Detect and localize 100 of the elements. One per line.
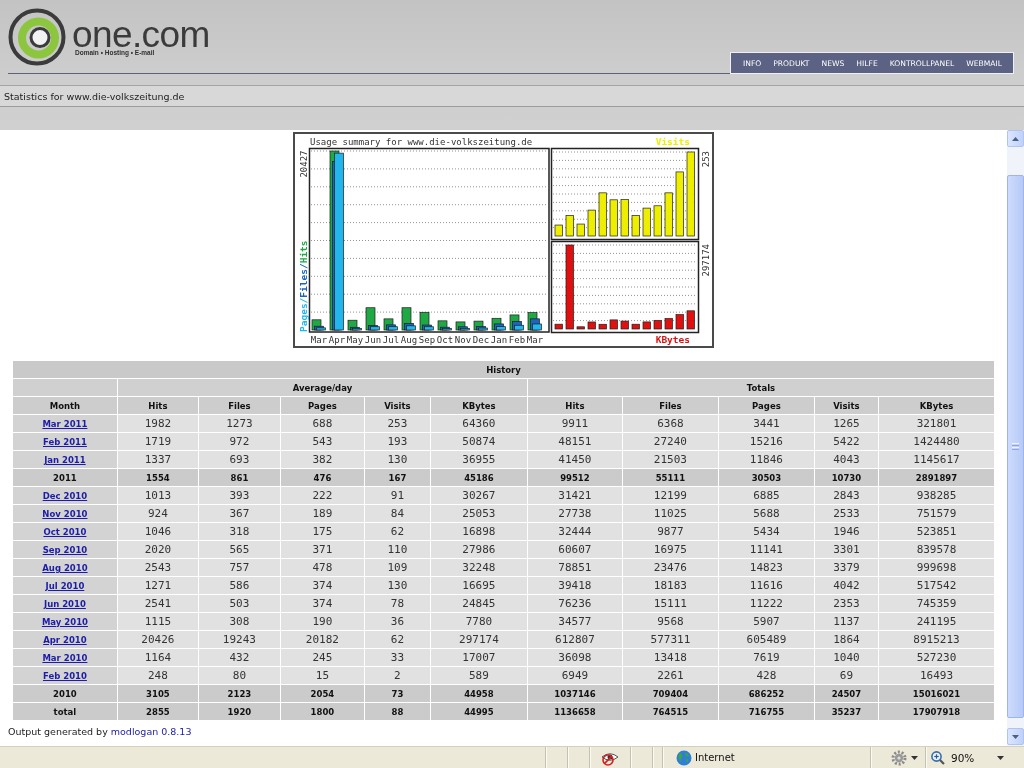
table-cell: 745359: [878, 595, 995, 612]
table-cell: 543: [280, 433, 364, 450]
table-cell: 16975: [622, 541, 718, 558]
column-header: Files: [198, 397, 280, 414]
table-cell: 1265: [814, 415, 878, 432]
table-cell: 586: [198, 577, 280, 594]
table-cell: 16695: [430, 577, 527, 594]
table-cell: 50874: [430, 433, 527, 450]
visits-bar: [609, 199, 618, 237]
month-link[interactable]: Jun 2010: [43, 599, 86, 609]
series-label: Visits: [655, 136, 690, 147]
table-cell: 36: [364, 613, 430, 630]
table-cell: 15111: [622, 595, 718, 612]
table-cell: 688: [280, 415, 364, 432]
scroll-down-button[interactable]: [1007, 728, 1024, 745]
table-cell: 1013: [117, 487, 198, 504]
table-cell: 577311: [622, 631, 718, 648]
table-cell: 1864: [814, 631, 878, 648]
table-cell: 130: [364, 451, 430, 468]
month-link[interactable]: Jul 2010: [45, 581, 85, 591]
month-label: Sep: [418, 335, 436, 345]
table-cell: 21503: [622, 451, 718, 468]
table-cell: 374: [280, 595, 364, 612]
table-cell: 716755: [718, 703, 814, 720]
month-link[interactable]: Feb 2011: [42, 437, 87, 447]
month-link[interactable]: Mar 2010: [42, 653, 88, 663]
month-link[interactable]: Feb 2010: [42, 671, 87, 681]
table-cell: 999698: [878, 559, 995, 576]
table-cell: 589: [430, 667, 527, 684]
table-cell: 9877: [622, 523, 718, 540]
table-cell: 34577: [527, 613, 622, 630]
month-link[interactable]: Jan 2011: [44, 455, 86, 465]
table-cell: 861: [198, 469, 280, 486]
table-cell: 3379: [814, 559, 878, 576]
kbytes-bar: [675, 314, 684, 330]
table-cell: 78: [364, 595, 430, 612]
table-cell: 4043: [814, 451, 878, 468]
table-cell: 76236: [527, 595, 622, 612]
column-header: KBytes: [430, 397, 527, 414]
kbytes-bar: [686, 310, 695, 330]
table-cell: 6885: [718, 487, 814, 504]
table-cell: 2261: [622, 667, 718, 684]
table-cell: 2533: [814, 505, 878, 522]
month-label: Jun: [364, 335, 382, 345]
month-link[interactable]: Oct 2010: [43, 527, 87, 537]
table-cell: 11141: [718, 541, 814, 558]
table-cell: 371: [280, 541, 364, 558]
globe-icon: [676, 749, 692, 766]
caret-icon[interactable]: [997, 755, 1004, 760]
month-link[interactable]: Apr 2010: [43, 635, 87, 645]
hits-bar: [365, 307, 376, 331]
visits-bar: [620, 199, 629, 237]
month-label: Apr: [328, 335, 346, 345]
month-link[interactable]: Sep 2010: [42, 545, 88, 555]
table-cell: 16493: [878, 667, 995, 684]
table-cell: 527230: [878, 649, 995, 666]
kbytes-bar: [598, 323, 607, 330]
month-link[interactable]: Mar 2011: [42, 419, 88, 429]
table-cell: 693: [198, 451, 280, 468]
table-cell: 84: [364, 505, 430, 522]
table-cell: 32444: [527, 523, 622, 540]
table-cell: 7780: [430, 613, 527, 630]
table-cell: 110: [364, 541, 430, 558]
zoom-in-icon: [931, 750, 945, 765]
table-cell: 73: [364, 685, 430, 702]
table-cell: 15: [280, 667, 364, 684]
table-cell: 1136658: [527, 703, 622, 720]
table-cell: 48151: [527, 433, 622, 450]
table-cell: 2020: [117, 541, 198, 558]
table-cell: 2353: [814, 595, 878, 612]
zoom-button[interactable]: 90%: [931, 750, 975, 765]
down-arrow-icon: [1012, 734, 1019, 739]
caret-icon[interactable]: [911, 755, 918, 760]
month-link[interactable]: Dec 2010: [42, 491, 88, 501]
visits-bar: [653, 205, 662, 237]
scroll-up-button[interactable]: [1007, 130, 1024, 147]
table-cell: 4042: [814, 577, 878, 594]
footer-link[interactable]: modlogan 0.8.13: [110, 726, 192, 737]
month-label: Mar: [526, 335, 544, 345]
table-cell: 41450: [527, 451, 622, 468]
table-cell: 45186: [430, 469, 527, 486]
kbytes-bar: [609, 319, 618, 330]
visits-bar: [675, 171, 684, 237]
footer-text: Output generated by modlogan 0.8.13: [8, 726, 192, 737]
table-cell: 751579: [878, 505, 995, 522]
table-cell: 11616: [718, 577, 814, 594]
month-link[interactable]: Aug 2010: [42, 563, 88, 573]
column-header: Hits: [117, 397, 198, 414]
page-title: Statistics for www.die-volkszeitung.de: [4, 90, 185, 102]
month-link[interactable]: May 2010: [41, 617, 88, 627]
table-cell: total: [12, 703, 117, 720]
table-cell: 167: [364, 469, 430, 486]
table-cell: 374: [280, 577, 364, 594]
hits-bar: [401, 307, 412, 331]
column-header: Month: [12, 397, 117, 414]
table-cell: 523851: [878, 523, 995, 540]
table-cell: 11222: [718, 595, 814, 612]
month-label: Oct: [436, 335, 454, 345]
month-link[interactable]: Nov 2010: [42, 509, 88, 519]
column-header: Visits: [364, 397, 430, 414]
